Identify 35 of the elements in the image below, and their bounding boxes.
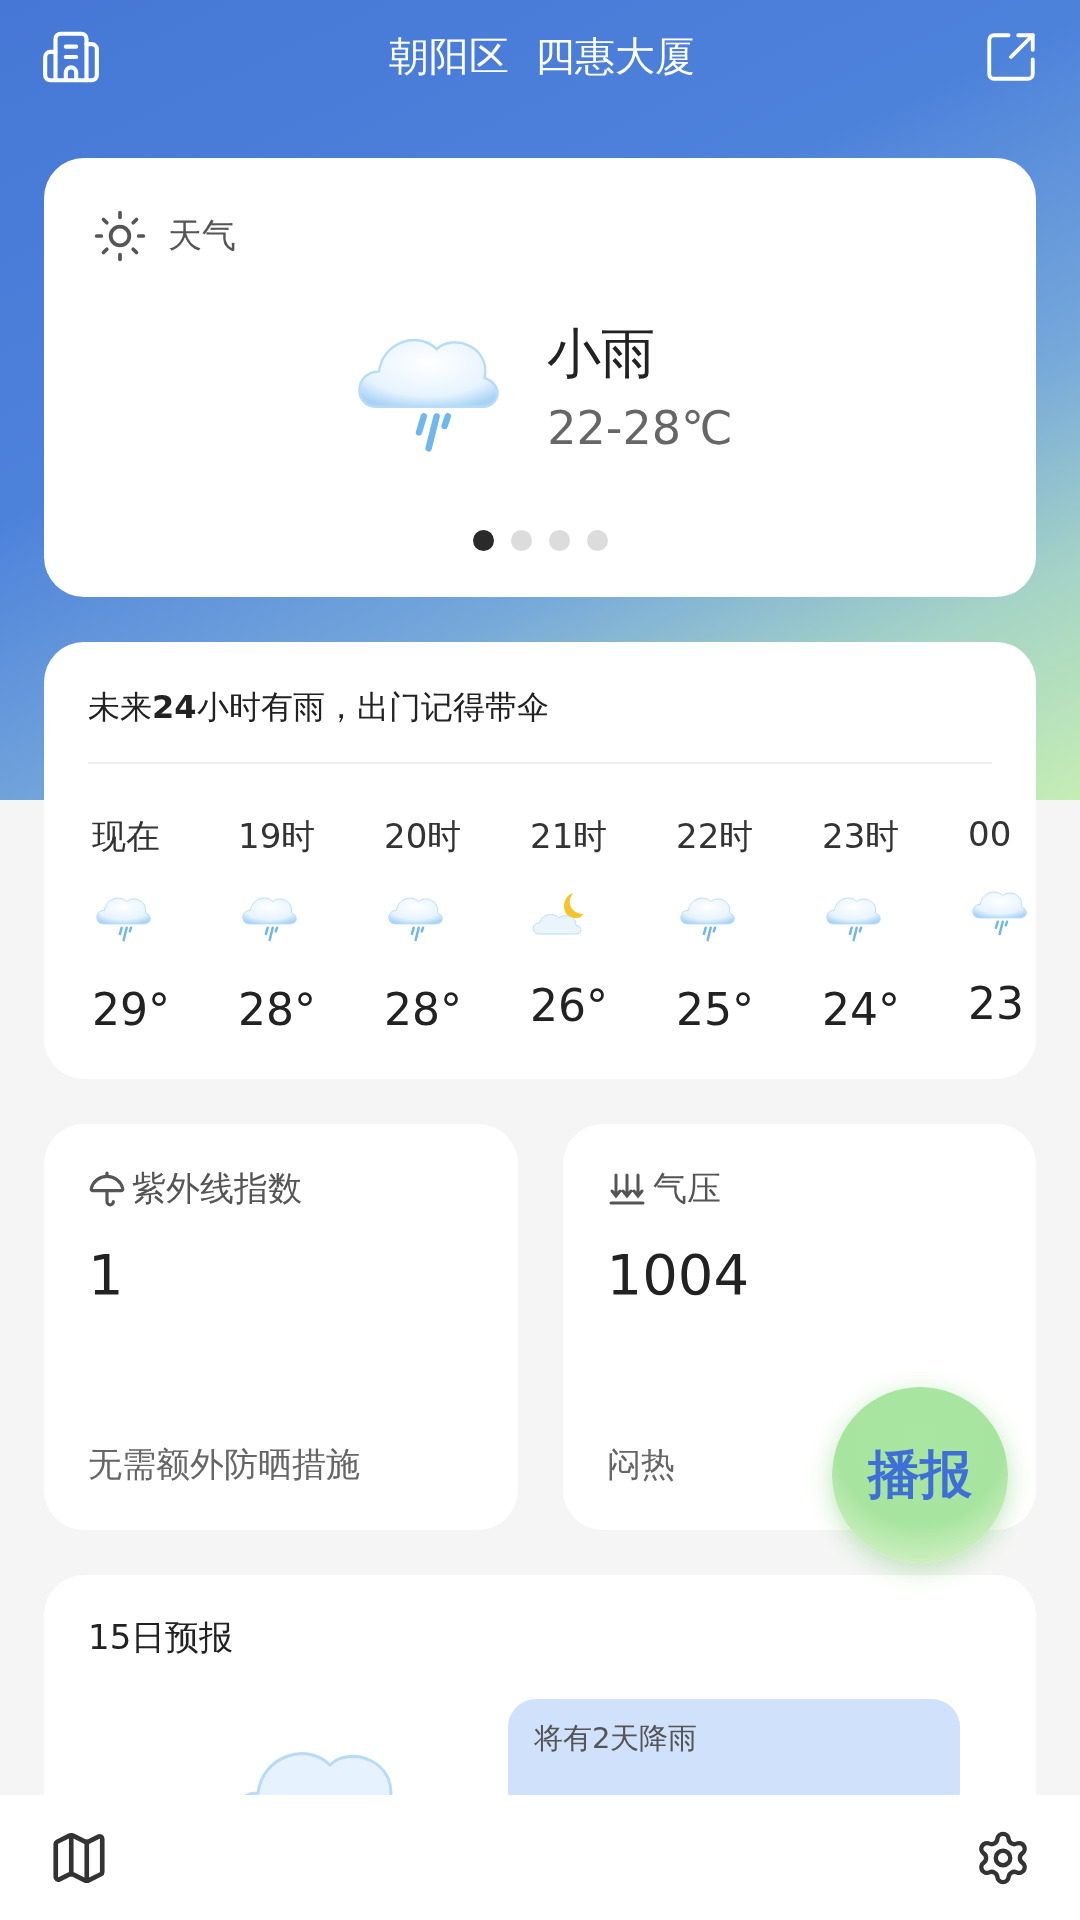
info-value: 1004 [606, 1242, 750, 1307]
hour-temperature: 26° [529, 980, 608, 1031]
hour-temperature: 29° [91, 983, 170, 1035]
info-note: 闷热 [606, 1443, 675, 1486]
forecast-title: 15日预报 [88, 1616, 235, 1659]
info-title: 紫外线指数 [132, 1167, 302, 1210]
page-dot[interactable] [586, 530, 608, 551]
hour-label: 23时 [821, 815, 900, 858]
hour-label: 19时 [237, 815, 316, 858]
weather-label: 天气 [168, 214, 236, 257]
rain-notice-text: 将有2天降雨 [534, 1721, 698, 1755]
hour-temperature: 28° [237, 983, 316, 1035]
hour-label: 20时 [383, 815, 462, 858]
hour-label: 00 [967, 814, 1012, 854]
weather-card[interactable]: 天气 小雨 22-28℃ [44, 158, 1036, 597]
hour-temperature: 25° [675, 983, 754, 1035]
umbrella-icon [88, 1170, 126, 1208]
hour-temperature: 23 [967, 977, 1024, 1029]
page-dot[interactable] [472, 530, 494, 551]
rain-summary: 未来24小时有雨，出门记得带伞 [88, 686, 992, 764]
hour-label: 现在 [91, 815, 160, 858]
info-note: 无需额外防晒措施 [88, 1443, 360, 1486]
page-dot[interactable] [548, 530, 570, 551]
hour-temperature: 28° [383, 983, 462, 1035]
temperature-range: 22-28℃ [547, 400, 733, 455]
page-dot[interactable] [510, 530, 532, 551]
hour-label: 21时 [529, 815, 608, 858]
info-title: 气压 [652, 1167, 721, 1210]
district-name: 朝阳区 [389, 32, 509, 81]
info-value: 1 [88, 1242, 125, 1307]
sun-icon [92, 208, 148, 264]
hour-label: 22时 [675, 815, 754, 858]
weather-condition: 小雨 [547, 320, 657, 387]
hour-temperature: 24° [821, 983, 900, 1035]
building-name: 四惠大厦 [535, 32, 695, 81]
